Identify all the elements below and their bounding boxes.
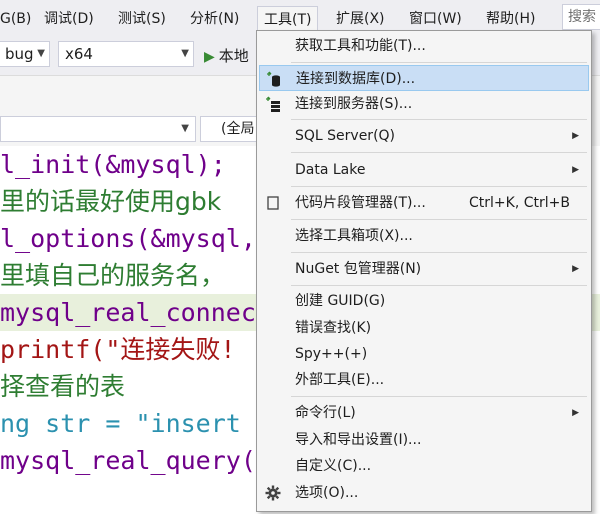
menu-separator [291,219,587,220]
chevron-down-icon: ▼ [181,48,189,59]
menu-separator [291,252,587,253]
database-icon [267,71,280,87]
menu-item-connect-server[interactable]: 连接到服务器(S)... [259,91,589,117]
menu-item-external-tools[interactable]: 外部工具(E)... [259,367,589,393]
menu-item-label: 外部工具(E)... [295,372,385,388]
tools-dropdown-menu: 获取工具和功能(T)... 连接到数据库(D)... 连接到服务器(S)... … [256,30,592,512]
menu-item-label: NuGet 包管理器(N) [295,261,422,277]
play-icon: ▶ [204,49,215,65]
configuration-select[interactable]: bug ▼ [0,41,50,67]
menu-separator [291,396,587,397]
menu-item-import-export[interactable]: 导入和导出设置(I)... [259,427,589,453]
run-label: 本地 [218,47,249,65]
code-text: ng str = "insert [0,409,241,438]
menu-item-label: 选择工具箱项(X)... [295,228,413,244]
menu-item-label: 连接到服务器(S)... [295,96,413,112]
code-comment: 择查看的表 [0,372,126,401]
code-line: 里填自己的服务名， [0,257,225,294]
code-line: printf("连接失败! [0,331,235,368]
menu-item-command-line[interactable]: 命令行(L) ▶ [259,400,589,426]
code-comment: 里填自己的服务名， [0,261,226,290]
configuration-value: bug [5,45,34,63]
menu-item-create-guid[interactable]: 创建 GUID(G) [259,288,589,314]
menu-item-nuget[interactable]: NuGet 包管理器(N) ▶ [259,256,589,282]
chevron-down-icon: ▼ [37,48,45,59]
code-line: 里的话最好使用gbk [0,183,221,220]
menu-separator [291,152,587,153]
menu-item-get-tools[interactable]: 获取工具和功能(T)... [259,33,589,59]
menu-separator [291,62,587,63]
code-text: mysql_real_query(& [0,446,271,475]
menu-debug[interactable]: 调试(D) [38,6,100,32]
menu-item-error-lookup[interactable]: 错误查找(K) [259,315,589,341]
code-text: l_init(&mysql); [0,150,226,179]
chevron-down-icon: ▼ [181,123,189,134]
menu-window[interactable]: 窗口(W) [403,6,468,32]
platform-select[interactable]: x64 ▼ [58,41,194,67]
checkbox-icon [267,196,279,210]
run-debugger-button[interactable]: ▶ 本地 [204,45,249,67]
menu-build[interactable]: G(B) [0,6,37,32]
server-icon [266,96,280,112]
menu-item-label: Data Lake [295,162,366,178]
platform-value: x64 [65,45,93,63]
project-nav-select[interactable]: ▼ [0,116,196,142]
menu-item-label: 错误查找(K) [295,320,372,336]
menu-item-label: 选项(O)... [295,485,359,501]
code-line: l_init(&mysql); [0,146,226,183]
code-text: mysql_real_connect [0,298,271,327]
menu-item-label: 获取工具和功能(T)... [295,38,426,54]
submenu-arrow-icon: ▶ [572,264,579,274]
code-text: printf("连接失败! [0,335,236,364]
menu-item-label: 自定义(C)... [295,458,372,474]
code-line: mysql_real_query(& [0,442,271,479]
menu-item-label: 代码片段管理器(T)... [295,195,426,211]
shortcut-label: Ctrl+K, Ctrl+B [469,195,570,211]
menu-item-label: Spy++(+) [295,346,368,362]
scope-nav-select[interactable]: (全局 [200,116,260,142]
search-input[interactable]: 搜索 [562,4,600,30]
menu-item-choose-toolbox[interactable]: 选择工具箱项(X)... [259,223,589,249]
menu-item-customize[interactable]: 自定义(C)... [259,453,589,479]
submenu-arrow-icon: ▶ [572,165,579,175]
code-line: 择查看的表 [0,368,125,405]
menu-item-sql-server[interactable]: SQL Server(Q) ▶ [259,123,589,149]
menu-item-options[interactable]: 选项(O)... [259,480,589,506]
submenu-arrow-icon: ▶ [572,408,579,418]
menu-item-snippets-manager[interactable]: 代码片段管理器(T)... Ctrl+K, Ctrl+B [259,190,589,216]
menu-item-label: SQL Server(Q) [295,128,396,144]
menu-item-label: 命令行(L) [295,405,356,421]
menu-extensions[interactable]: 扩展(X) [330,6,391,32]
menu-item-label: 导入和导出设置(I)... [295,432,422,448]
submenu-arrow-icon: ▶ [572,131,579,141]
code-text: l_options(&mysql, [0,224,256,253]
menu-item-label: 连接到数据库(D)... [296,71,416,87]
menu-separator [291,285,587,286]
menu-item-label: 创建 GUID(G) [295,293,386,309]
menu-test[interactable]: 测试(S) [112,6,172,32]
code-line: l_options(&mysql, [0,220,256,257]
gear-icon [265,485,281,501]
code-comment: 里的话最好使用gbk [0,187,222,216]
menu-analyze[interactable]: 分析(N) [184,6,245,32]
code-line: ng str = "insert [0,405,241,442]
menu-item-spy[interactable]: Spy++(+) [259,341,589,367]
menu-help[interactable]: 帮助(H) [480,6,541,32]
menu-item-data-lake[interactable]: Data Lake ▶ [259,157,589,183]
menu-separator [291,186,587,187]
menu-item-connect-database[interactable]: 连接到数据库(D)... [259,65,589,91]
menu-separator [291,119,587,120]
